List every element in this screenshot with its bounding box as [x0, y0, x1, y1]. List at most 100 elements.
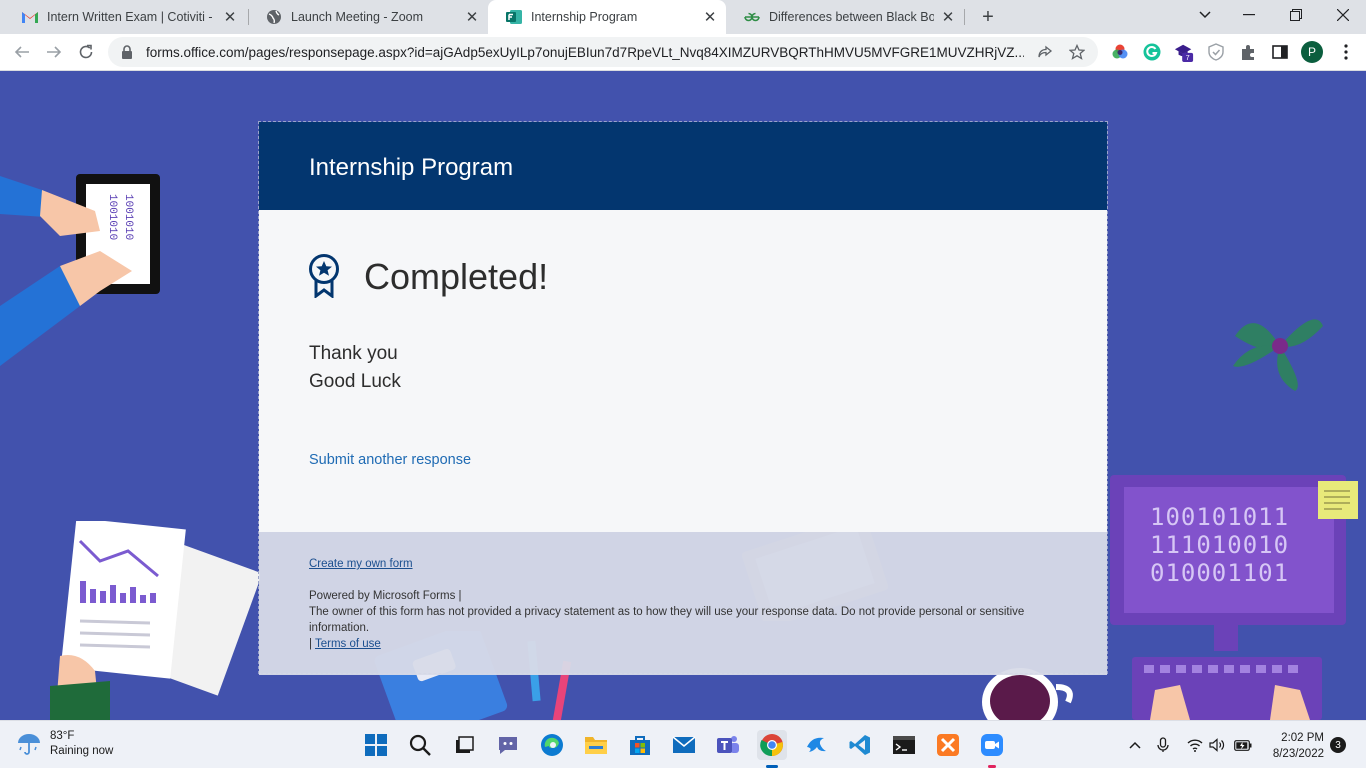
- dolphin-app-button[interactable]: [801, 730, 831, 760]
- tablet-binary-text: 1001010: [106, 194, 118, 240]
- restore-button[interactable]: [1273, 0, 1319, 30]
- terms-separator: |: [309, 638, 312, 650]
- good-luck-message: Good Luck: [309, 371, 401, 392]
- more-menu-icon[interactable]: [1336, 42, 1356, 62]
- notification-count-badge[interactable]: 3: [1330, 737, 1346, 753]
- chrome-button[interactable]: [757, 730, 787, 760]
- address-bar[interactable]: forms.office.com/pages/responsepage.aspx…: [108, 37, 1098, 67]
- mail-button[interactable]: [669, 730, 699, 760]
- tab-strip: Intern Written Exam | Cotiviti - pr ✕ La…: [0, 0, 1366, 34]
- clock-date: 8/23/2022: [1272, 748, 1324, 760]
- graduation-cap-extension-icon[interactable]: 7: [1174, 42, 1194, 62]
- new-tab-button[interactable]: +: [976, 5, 1000, 29]
- close-window-button[interactable]: [1320, 0, 1366, 30]
- arrow-right-icon: [47, 46, 62, 58]
- vscode-button[interactable]: [845, 730, 875, 760]
- restore-icon: [1290, 9, 1302, 21]
- binary-line: 010001101: [1150, 559, 1290, 587]
- system-clock[interactable]: 2:02 PM 8/23/2022: [1262, 730, 1324, 762]
- forms-icon: [506, 9, 522, 25]
- submit-another-response-link[interactable]: Submit another response: [309, 452, 471, 468]
- close-icon[interactable]: ✕: [464, 9, 480, 26]
- thank-you-message: Thank you: [309, 343, 398, 364]
- tab-search-button[interactable]: [1182, 0, 1228, 30]
- back-button[interactable]: [8, 38, 36, 66]
- show-hidden-icons-button[interactable]: [1125, 735, 1145, 755]
- arrow-left-icon: [14, 46, 29, 58]
- tab-title: Differences between Black Box Te: [769, 10, 934, 24]
- form-body: Completed! Thank you Good Luck Submit an…: [259, 210, 1107, 532]
- minimize-button[interactable]: [1226, 0, 1272, 30]
- folder-icon: [585, 737, 607, 754]
- terms-of-use-link[interactable]: Terms of use: [315, 638, 381, 650]
- chevron-down-icon: [1199, 11, 1211, 19]
- close-icon[interactable]: ✕: [940, 9, 956, 26]
- chat-icon: [499, 737, 517, 754]
- forward-button[interactable]: [40, 38, 68, 66]
- zoom-button[interactable]: [977, 730, 1007, 760]
- geeksforgeeks-icon: [744, 9, 760, 25]
- microsoft-store-button[interactable]: [625, 730, 655, 760]
- bookmark-star-icon[interactable]: [1066, 41, 1088, 63]
- xampp-button[interactable]: [933, 730, 963, 760]
- ribbon-badge-icon: [309, 254, 339, 298]
- share-icon[interactable]: [1034, 41, 1056, 63]
- shield-extension-icon[interactable]: [1206, 42, 1226, 62]
- zoom-icon: [981, 734, 1003, 756]
- task-view-button[interactable]: [449, 730, 479, 760]
- teams-icon: [717, 736, 739, 753]
- file-explorer-button[interactable]: [581, 730, 611, 760]
- color-picker-extension-icon[interactable]: [1110, 42, 1130, 62]
- edge-icon: [541, 734, 563, 756]
- chrome-icon: [760, 734, 783, 757]
- browser-toolbar: forms.office.com/pages/responsepage.aspx…: [0, 34, 1366, 71]
- tab-internship-program[interactable]: Internship Program ✕: [488, 0, 726, 34]
- binary-line: 111010010: [1150, 531, 1290, 559]
- lock-icon: [122, 45, 132, 59]
- close-icon[interactable]: ✕: [702, 9, 718, 26]
- report-papers-illustration: [50, 521, 260, 720]
- edge-button[interactable]: [537, 730, 567, 760]
- tab-zoom[interactable]: Launch Meeting - Zoom ✕: [248, 0, 488, 34]
- mail-icon: [672, 736, 696, 753]
- close-icon: [1337, 9, 1349, 21]
- form-card: Internship Program Completed! Thank you …: [258, 121, 1108, 675]
- teams-chat-button[interactable]: [493, 730, 523, 760]
- reload-button[interactable]: [72, 38, 100, 66]
- tab-gmail[interactable]: Intern Written Exam | Cotiviti - pr ✕: [4, 0, 246, 34]
- wifi-icon: [1187, 738, 1203, 752]
- temperature-text: 83°F: [50, 730, 75, 742]
- tab-geeksforgeeks[interactable]: Differences between Black Box Te ✕: [726, 0, 964, 34]
- terminal-button[interactable]: [889, 730, 919, 760]
- grammarly-icon[interactable]: [1142, 42, 1162, 62]
- teams-button[interactable]: [713, 730, 743, 760]
- puzzle-extensions-icon[interactable]: [1238, 42, 1258, 62]
- battery-button[interactable]: [1233, 735, 1253, 755]
- weather-widget[interactable]: 83°F Raining now: [16, 729, 113, 759]
- microphone-button[interactable]: [1153, 735, 1173, 755]
- side-panel-icon[interactable]: [1270, 42, 1290, 62]
- create-my-own-form-link[interactable]: Create my own form: [309, 558, 413, 570]
- xampp-icon: [937, 734, 959, 756]
- wifi-button[interactable]: [1185, 735, 1205, 755]
- clock-time: 2:02 PM: [1281, 732, 1324, 744]
- monitor-binary-text: 100101011 111010010 010001101: [1150, 503, 1289, 587]
- search-icon: [409, 734, 431, 756]
- volume-button[interactable]: [1207, 735, 1227, 755]
- search-button[interactable]: [405, 730, 435, 760]
- speaker-icon: [1209, 738, 1225, 752]
- weather-condition-text: Raining now: [50, 745, 114, 757]
- start-button[interactable]: [361, 730, 391, 760]
- profile-avatar[interactable]: P: [1301, 41, 1323, 63]
- globe-icon: [266, 9, 282, 25]
- page-background: 1001010 1001010 100101011 111010010 0100…: [0, 71, 1366, 720]
- tab-title: Intern Written Exam | Cotiviti - pr: [47, 10, 216, 24]
- tablet-illustration: 1001010 1001010: [0, 174, 160, 366]
- reload-icon: [79, 44, 93, 59]
- tablet-binary-text: 1001010: [122, 194, 134, 240]
- form-title: Internship Program: [309, 154, 514, 181]
- dolphin-icon: [807, 737, 826, 752]
- minimize-icon: [1243, 14, 1255, 16]
- close-icon[interactable]: ✕: [222, 9, 238, 26]
- tab-title: Internship Program: [531, 10, 638, 24]
